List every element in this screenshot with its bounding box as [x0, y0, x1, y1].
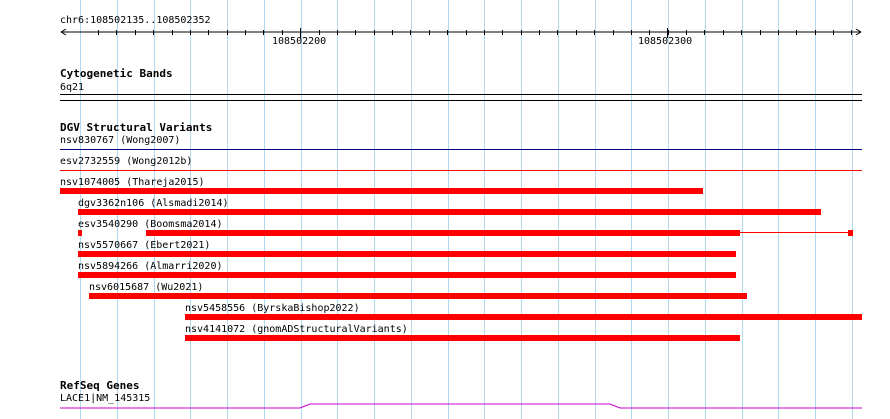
- variant-block-esv3540290-start[interactable]: [78, 230, 82, 236]
- variant-label-nsv830767[interactable]: nsv830767 (Wong2007): [60, 135, 180, 146]
- dgv-track-title: DGV Structural Variants: [60, 121, 213, 134]
- variant-label-dgv3362n106[interactable]: dgv3362n106 (Alsmadi2014): [78, 198, 229, 209]
- variant-line-esv2732559[interactable]: [60, 170, 862, 171]
- variant-bar-nsv1074005[interactable]: [60, 188, 703, 194]
- variant-bar-nsv5570667[interactable]: [78, 251, 736, 257]
- cytoband-label: 6q21: [60, 82, 85, 93]
- variant-label-nsv5570667[interactable]: nsv5570667 (Ebert2021): [78, 240, 210, 251]
- variant-block-esv3540290-end[interactable]: [848, 230, 853, 236]
- cytoband-line-bottom: [60, 100, 862, 101]
- variant-bar-nsv6015687[interactable]: [89, 293, 747, 299]
- variant-label-nsv6015687[interactable]: nsv6015687 (Wu2021): [89, 282, 203, 293]
- variant-bar-dgv3362n106[interactable]: [78, 209, 821, 215]
- region-label: chr6:108502135..108502352: [60, 15, 211, 26]
- cytoband-line-top: [60, 94, 862, 95]
- variant-bar-nsv4141072[interactable]: [185, 335, 740, 341]
- tick-label-1: 108502200: [272, 36, 327, 47]
- variant-label-nsv5894266[interactable]: nsv5894266 (Almarri2020): [78, 261, 223, 272]
- variant-bar-nsv5894266[interactable]: [78, 272, 736, 278]
- tick-label-2: 108502300: [638, 36, 693, 47]
- variant-label-nsv1074005[interactable]: nsv1074005 (Thareja2015): [60, 177, 205, 188]
- variant-label-nsv5458556[interactable]: nsv5458556 (ByrskaBishop2022): [185, 303, 360, 314]
- refseq-track-title: RefSeq Genes: [60, 379, 140, 392]
- variant-bar-nsv5458556[interactable]: [185, 314, 862, 320]
- ruler-ticks: [98, 28, 852, 38]
- variant-intron-esv3540290: [740, 232, 848, 233]
- variant-block-esv3540290-main[interactable]: [146, 230, 740, 236]
- ruler-axis[interactable]: [0, 26, 890, 38]
- gene-model-lace1[interactable]: [0, 400, 890, 412]
- variant-line-nsv830767[interactable]: [60, 149, 862, 150]
- variant-label-esv2732559[interactable]: esv2732559 (Wong2012b): [60, 156, 192, 167]
- variant-label-nsv4141072[interactable]: nsv4141072 (gnomADStructuralVariants): [185, 324, 408, 335]
- variant-label-esv3540290[interactable]: esv3540290 (Boomsma2014): [78, 219, 223, 230]
- cytoband-track-title: Cytogenetic Bands: [60, 67, 173, 80]
